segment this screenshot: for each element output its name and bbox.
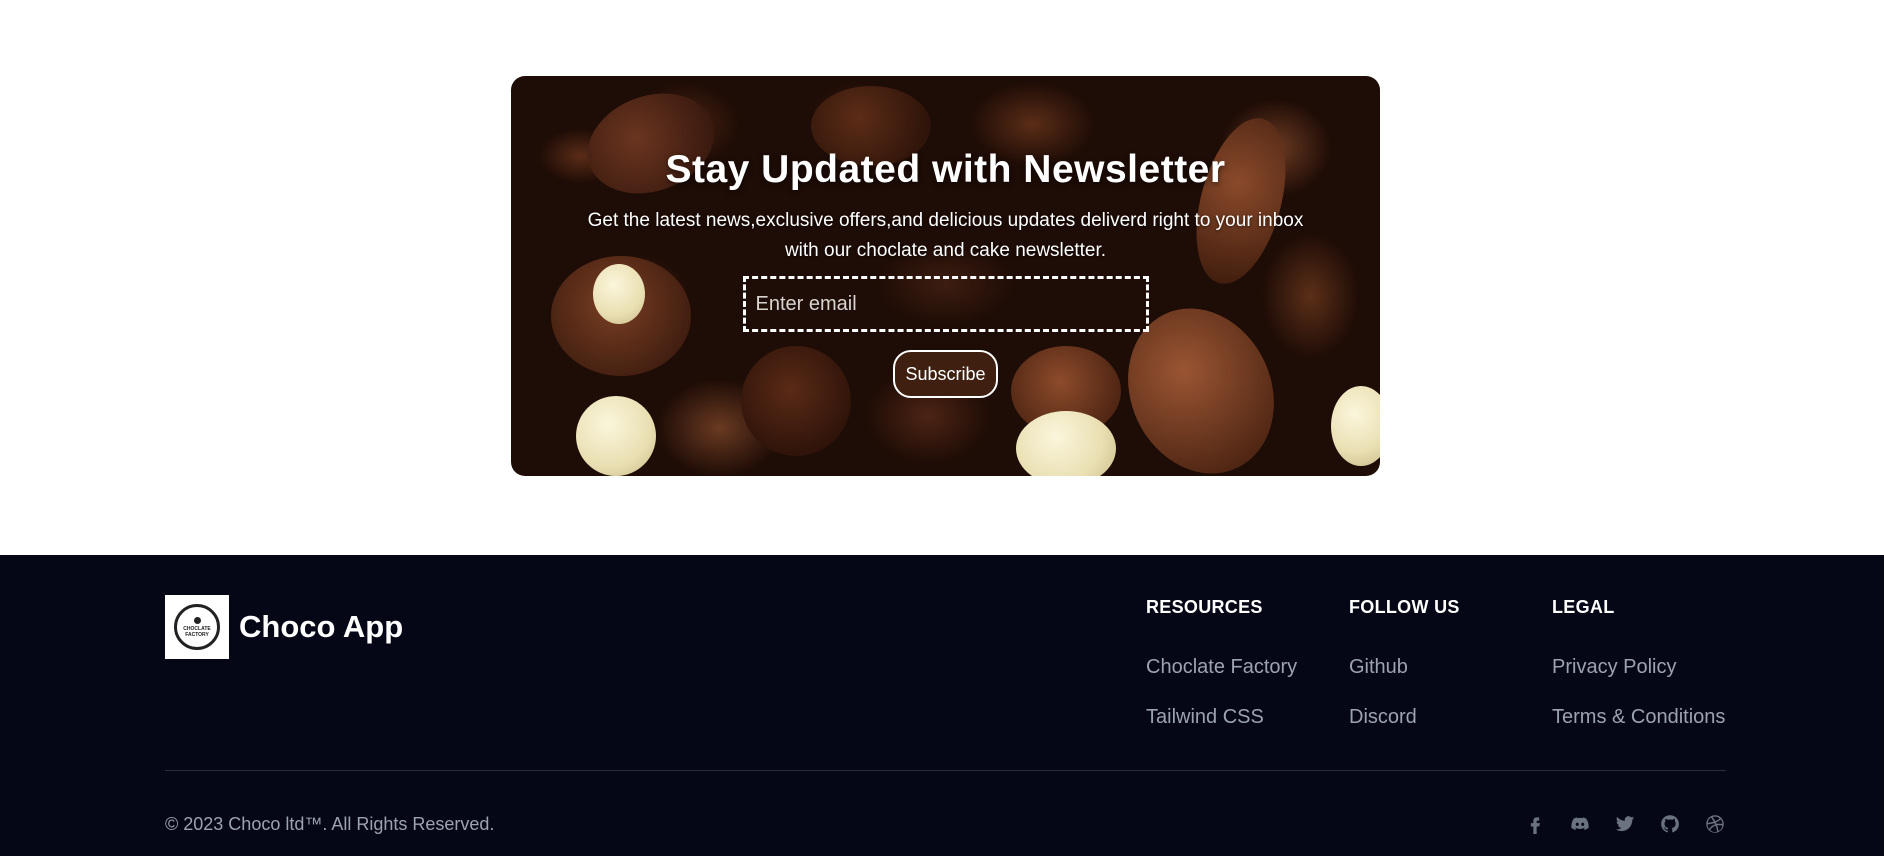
- logo-text-line2: FACTORY: [185, 631, 209, 638]
- footer: CHOCLATE FACTORY Choco App RESOURCES Cho…: [0, 555, 1884, 856]
- logo-badge: CHOCLATE FACTORY: [174, 604, 220, 650]
- footer-column-follow-us: FOLLOW US Github Discord: [1349, 597, 1460, 729]
- footer-column-resources: RESOURCES Choclate Factory Tailwind CSS: [1146, 597, 1297, 729]
- link-discord[interactable]: Discord: [1349, 706, 1460, 729]
- brand[interactable]: CHOCLATE FACTORY Choco App: [165, 595, 403, 659]
- newsletter-title: Stay Updated with Newsletter: [665, 148, 1226, 191]
- email-input[interactable]: [742, 276, 1149, 332]
- brand-name: Choco App: [239, 609, 404, 644]
- footer-column-legal: LEGAL Privacy Policy Terms & Conditions: [1552, 597, 1725, 729]
- newsletter-banner: Stay Updated with Newsletter Get the lat…: [511, 76, 1380, 476]
- logo-dot: [193, 616, 201, 624]
- link-github[interactable]: Github: [1349, 656, 1460, 679]
- social-links: [1524, 813, 1726, 835]
- logo: CHOCLATE FACTORY: [165, 595, 229, 659]
- column-heading: FOLLOW US: [1349, 597, 1460, 617]
- copyright-text: © 2023 Choco ltd™. All Rights Reserved.: [165, 814, 495, 834]
- subscribe-button[interactable]: Subscribe: [893, 350, 998, 398]
- dribbble-icon[interactable]: [1704, 813, 1726, 835]
- link-privacy-policy[interactable]: Privacy Policy: [1552, 656, 1725, 679]
- column-heading: RESOURCES: [1146, 597, 1263, 617]
- link-choclate-factory[interactable]: Choclate Factory: [1146, 656, 1297, 679]
- link-terms-conditions[interactable]: Terms & Conditions: [1552, 706, 1725, 729]
- column-heading: LEGAL: [1552, 597, 1615, 617]
- github-icon[interactable]: [1659, 813, 1681, 835]
- discord-icon[interactable]: [1569, 813, 1591, 835]
- newsletter-description: Get the latest news,exclusive offers,and…: [587, 210, 1304, 261]
- footer-divider: [165, 770, 1726, 771]
- twitter-icon[interactable]: [1614, 813, 1636, 835]
- facebook-icon[interactable]: [1524, 813, 1546, 835]
- link-tailwind-css[interactable]: Tailwind CSS: [1146, 706, 1297, 729]
